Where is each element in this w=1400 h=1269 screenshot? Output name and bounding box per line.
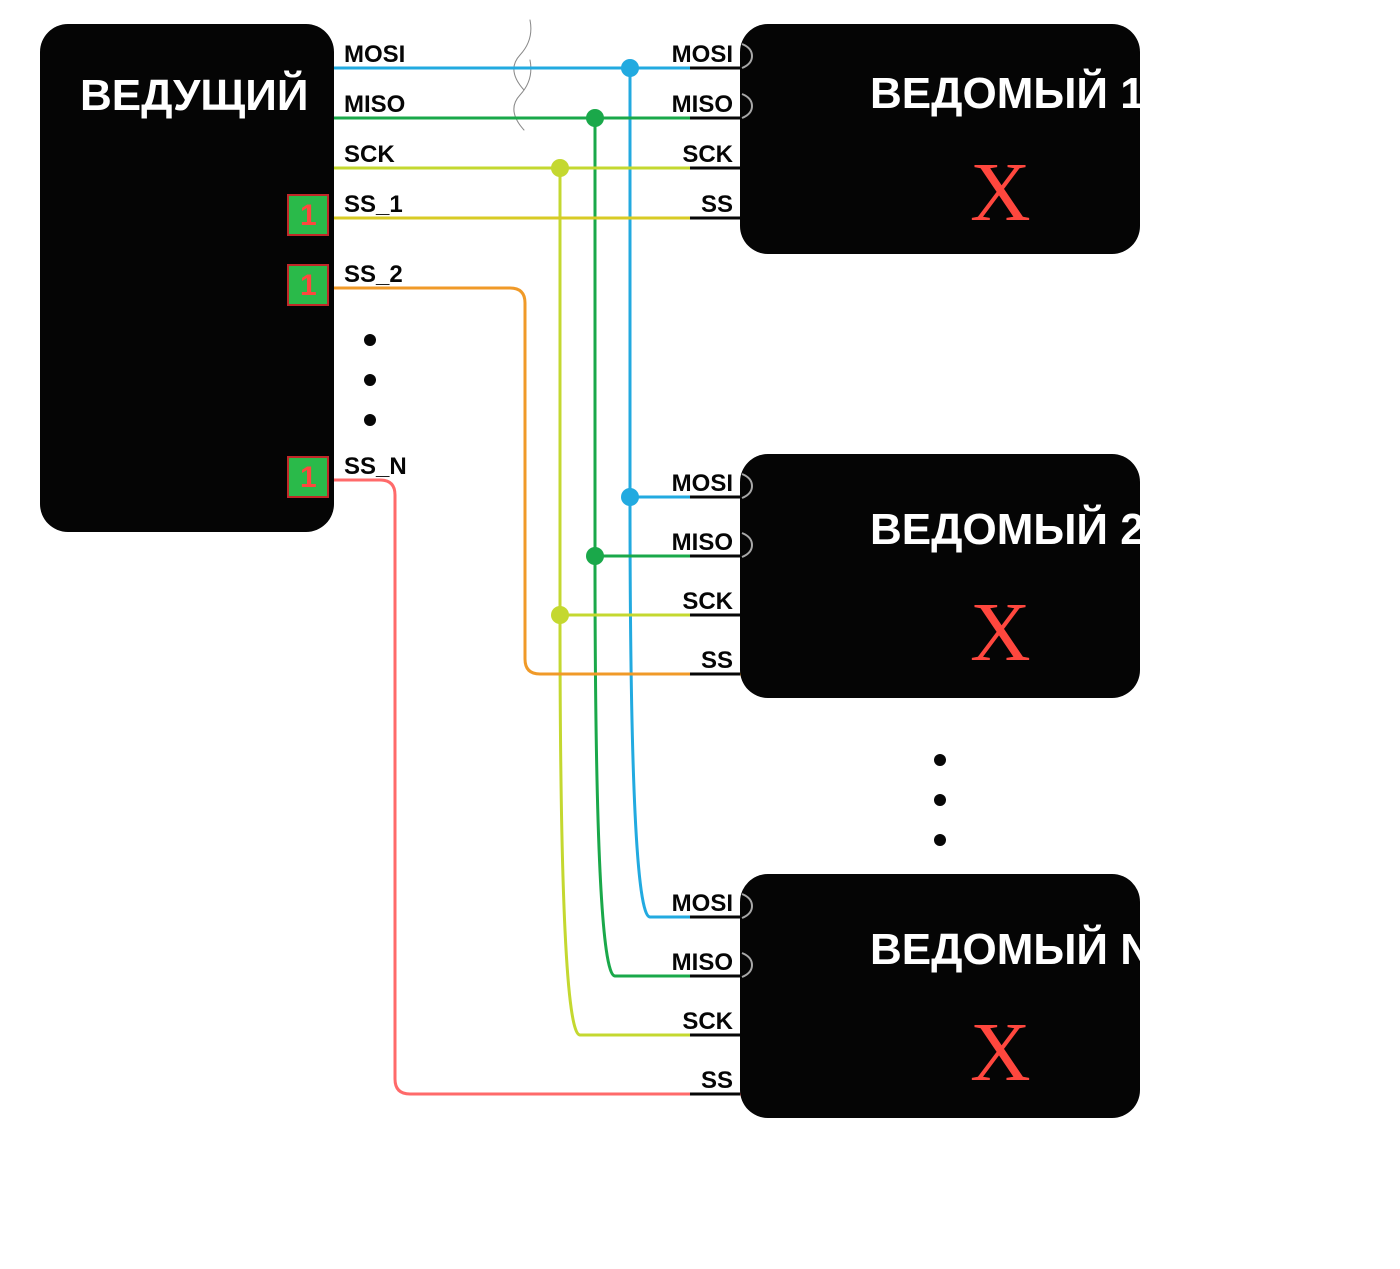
slave-2-block: ВЕДОМЫЙ 2 X MOSI MISO SCK SS	[672, 454, 1145, 698]
master-pin-ss1: SS_1	[344, 191, 403, 218]
slave-n-block: ВЕДОМЫЙ N X MOSI MISO SCK SS	[672, 874, 1152, 1118]
master-pin-ssn: SS_N	[344, 453, 407, 480]
slave2-pin-mosi: MOSI	[672, 470, 733, 497]
wire-ssn	[334, 480, 740, 1094]
slave2-pin-ss: SS	[701, 647, 733, 674]
spi-diagram: ВЕДУЩИЙ MOSI MISO SCK SS_1 SS_2 SS_N 1 1…	[0, 0, 1400, 1269]
slaven-pin-miso: MISO	[672, 949, 733, 976]
slave-n-title: ВЕДОМЫЙ N	[870, 923, 1152, 974]
slave2-pin-sck: SCK	[682, 588, 733, 615]
slave-1-block: ВЕДОМЫЙ 1 X MOSI MISO SCK SS	[672, 24, 1145, 254]
slaven-pin-sck: SCK	[682, 1008, 733, 1035]
svg-text:1: 1	[300, 461, 317, 494]
master-title: ВЕДУЩИЙ	[80, 69, 308, 120]
slaven-pin-ss: SS	[701, 1067, 733, 1094]
master-pin-miso: MISO	[344, 91, 405, 118]
svg-text:1: 1	[300, 199, 317, 232]
slave-2-title: ВЕДОМЫЙ 2	[870, 503, 1145, 554]
master-block: ВЕДУЩИЙ MOSI MISO SCK SS_1 SS_2 SS_N 1 1…	[40, 24, 407, 532]
slave1-pin-sck: SCK	[682, 141, 733, 168]
slave-n-disabled-icon: X	[970, 1006, 1031, 1099]
svg-text:1: 1	[300, 269, 317, 302]
slave1-pin-ss: SS	[701, 191, 733, 218]
break-marks	[514, 20, 531, 130]
ss-tag-n: 1	[288, 457, 328, 497]
slaves-ellipsis	[934, 754, 946, 846]
wire-layer	[334, 20, 740, 1094]
master-pin-sck: SCK	[344, 141, 395, 168]
slave1-pin-mosi: MOSI	[672, 41, 733, 68]
slave-1-title: ВЕДОМЫЙ 1	[870, 67, 1145, 118]
master-ellipsis	[364, 334, 376, 426]
master-pin-mosi: MOSI	[344, 41, 405, 68]
ss-tag-2: 1	[288, 265, 328, 305]
slave2-pin-miso: MISO	[672, 529, 733, 556]
slave1-pin-miso: MISO	[672, 91, 733, 118]
ss-tag-1: 1	[288, 195, 328, 235]
slave-2-disabled-icon: X	[970, 586, 1031, 679]
slave-1-disabled-icon: X	[970, 146, 1031, 239]
master-pin-ss2: SS_2	[344, 261, 403, 288]
slaven-pin-mosi: MOSI	[672, 890, 733, 917]
